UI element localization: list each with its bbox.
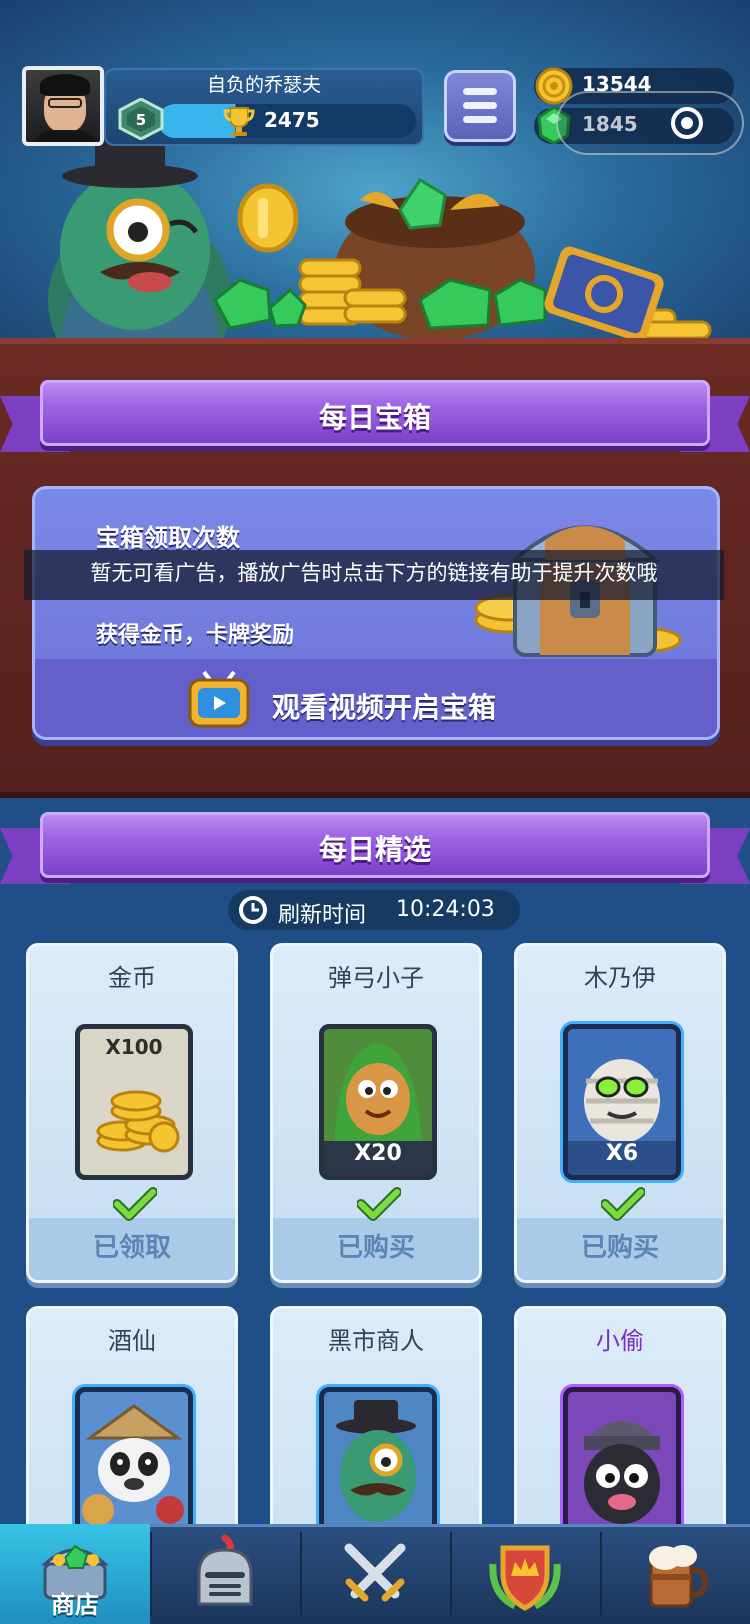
refresh-countdown: 10:24:03 <box>396 897 495 922</box>
wine-immortal-card <box>75 1387 193 1543</box>
nav-shop-tab[interactable]: 商店 <box>0 1524 150 1624</box>
item-quantity: X20 <box>324 1141 432 1175</box>
trophy-icon <box>223 107 255 136</box>
nav-clan-tab[interactable] <box>450 1524 600 1624</box>
gold-coins-item: X100 <box>75 1024 193 1180</box>
item-status: 已购买 <box>336 1233 415 1263</box>
thief-card <box>563 1387 681 1543</box>
clock-icon <box>239 896 267 924</box>
ad-notice-text: 暂无可看广告，播放广告时点击下方的链接有助于提升次数哦 <box>90 561 658 585</box>
hamburger-menu-icon-line <box>463 116 497 123</box>
crown-shield-icon <box>489 1545 561 1611</box>
hamburger-menu-icon <box>463 88 497 95</box>
shop-item-card[interactable]: 弹弓小子 X20 已购买 <box>270 943 482 1283</box>
item-name: 小偷 <box>596 1327 644 1355</box>
slingshot-kid-portrait <box>334 1043 422 1149</box>
tv-icon[interactable] <box>186 670 252 730</box>
item-status: 已购买 <box>580 1233 659 1263</box>
hamburger-menu-icon-line <box>463 102 497 109</box>
item-name: 木乃伊 <box>584 964 656 992</box>
shop-item-card[interactable]: 金币 X100 已领取 <box>26 943 238 1283</box>
mini-program-capsule[interactable] <box>556 91 744 155</box>
level-badge-icon: 5 <box>118 98 164 140</box>
slingshot-kid-card: X20 <box>319 1024 437 1180</box>
item-name: 金币 <box>108 964 156 992</box>
checkmark-icon <box>113 1187 157 1221</box>
black-market-merchant-card <box>319 1387 437 1543</box>
target-icon[interactable] <box>666 102 708 144</box>
merchant-treasure-illustration <box>48 140 712 345</box>
nav-heroes-tab[interactable] <box>150 1524 300 1624</box>
wine-immortal-portrait <box>82 1404 184 1526</box>
checkmark-icon <box>357 1187 401 1221</box>
item-name: 黑市商人 <box>328 1327 424 1355</box>
chest-reward-text: 获得金币，卡牌奖励 <box>96 623 295 648</box>
checkmark-icon <box>601 1187 645 1221</box>
item-status: 已领取 <box>92 1233 171 1263</box>
player-name: 自负的乔瑟夫 <box>206 74 321 96</box>
trophy-count: 2475 <box>264 108 320 132</box>
nav-battle-tab[interactable] <box>300 1524 450 1624</box>
daily-picks-title: 每日精选 <box>318 833 431 866</box>
mummy-card: X6 <box>563 1024 681 1180</box>
nav-shop-label: 商店 <box>51 1591 99 1619</box>
gold-coin-pile-icon <box>96 1090 180 1153</box>
item-name: 酒仙 <box>108 1327 156 1355</box>
item-quantity: X100 <box>105 1035 163 1059</box>
beer-mug-icon <box>649 1545 709 1608</box>
black-market-merchant-portrait <box>336 1400 416 1522</box>
chest-claim-count-label: 宝箱领取次数 <box>96 524 240 552</box>
daily-chest-ribbon: 每日宝箱 <box>0 380 750 458</box>
level-number: 5 <box>136 111 146 129</box>
player-avatar[interactable] <box>22 66 104 146</box>
shop-item-card[interactable]: 木乃伊 X6 已购买 <box>514 943 726 1283</box>
refresh-label: 刷新时间 <box>278 903 367 928</box>
daily-chest-title: 每日宝箱 <box>318 401 431 434</box>
knight-helmet-icon <box>197 1534 253 1606</box>
thief-portrait <box>584 1421 660 1524</box>
nav-tavern-tab[interactable] <box>600 1524 750 1624</box>
watch-video-open-chest-button[interactable]: 观看视频开启宝箱 <box>272 686 496 726</box>
item-quantity: X6 <box>568 1141 676 1175</box>
mummy-portrait <box>584 1059 660 1143</box>
daily-picks-ribbon: 每日精选 <box>0 812 750 890</box>
crossed-swords-icon <box>344 1543 406 1602</box>
menu-button[interactable] <box>444 70 516 142</box>
item-name: 弹弓小子 <box>328 964 424 992</box>
